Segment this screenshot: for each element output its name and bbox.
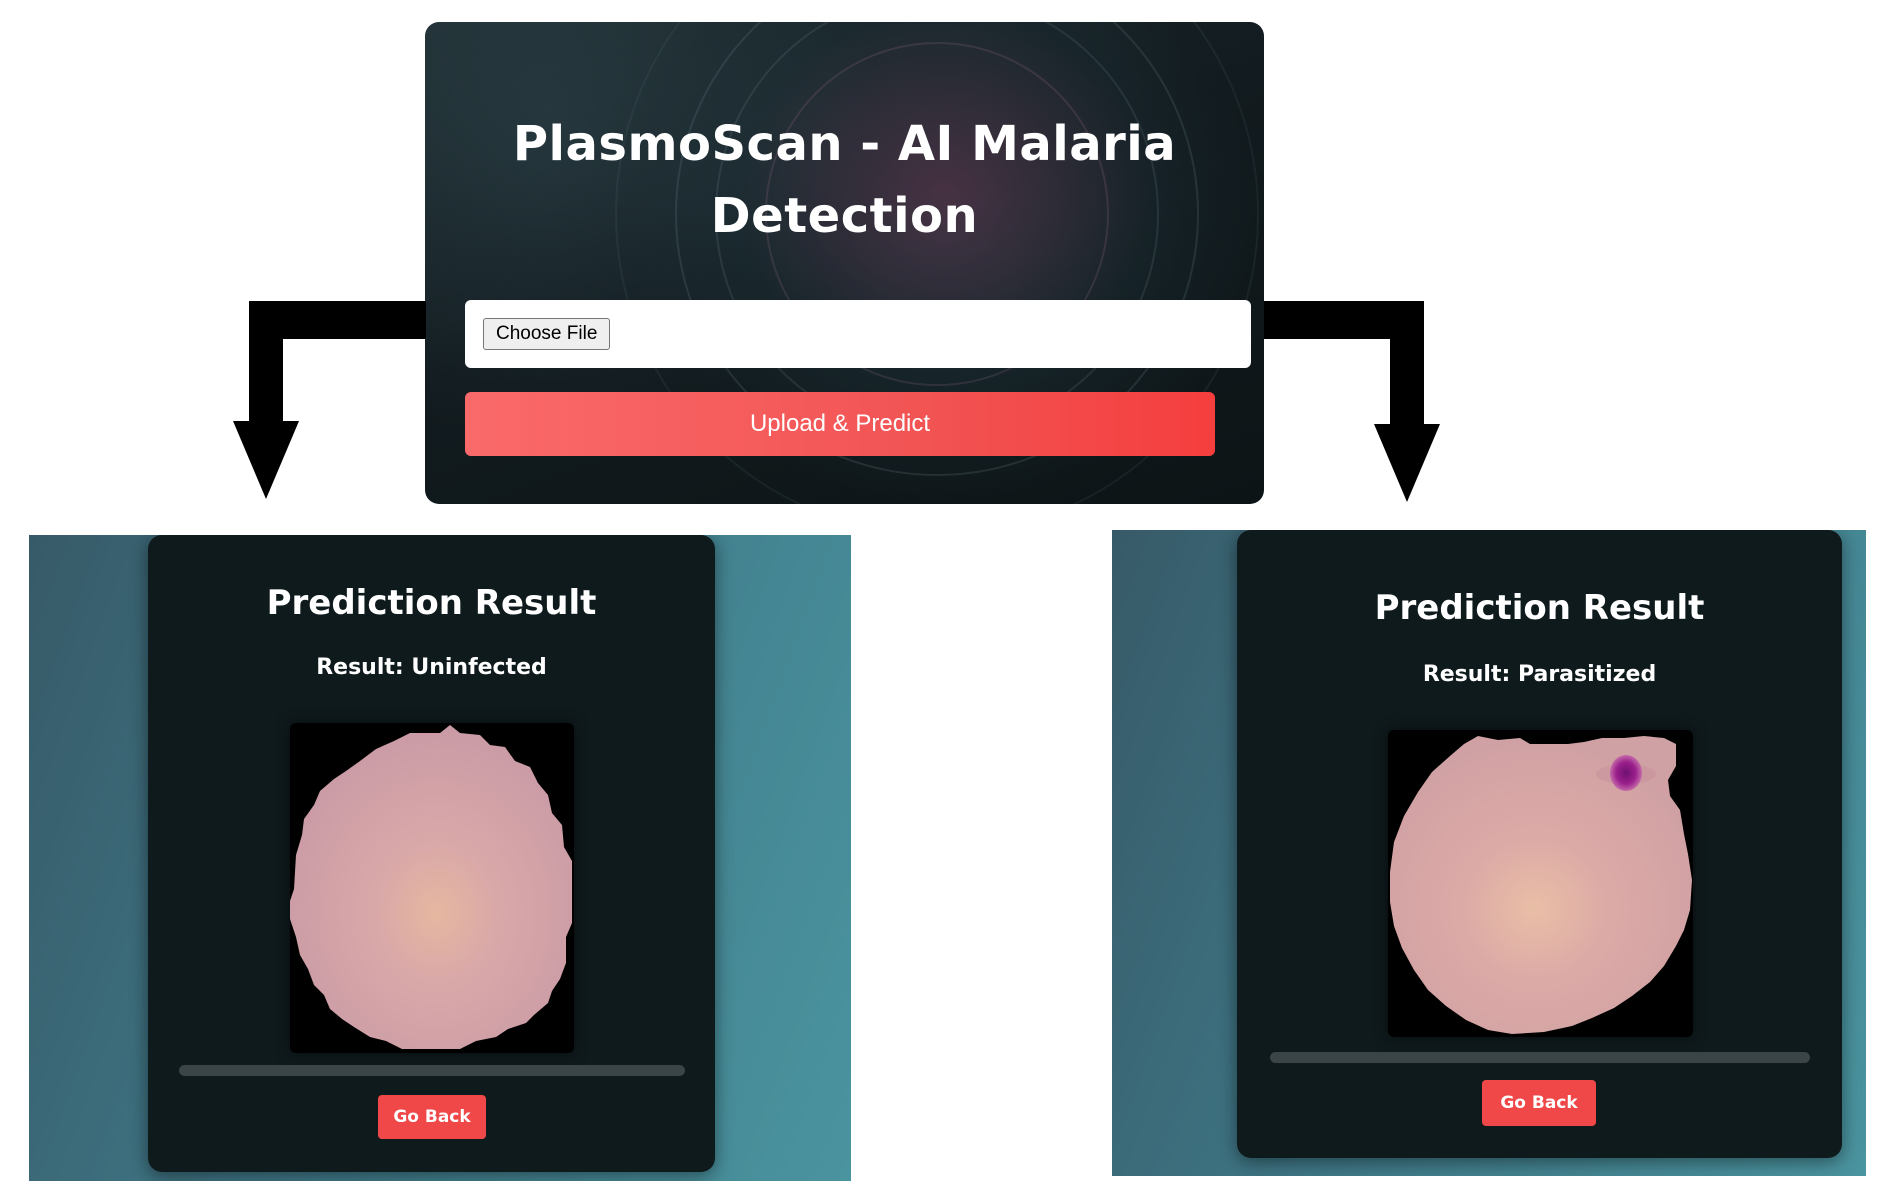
page-title-line2: Detection [710,188,979,244]
parasitized-cell-graphic [1390,736,1692,1034]
result-page-uninfected: Prediction Result Result: Uninfected Go … [29,535,851,1181]
arrow-head-down-icon [1374,424,1440,502]
progress-bar [179,1065,685,1076]
arrow-vertical-segment [1390,301,1424,426]
result-card: Prediction Result Result: Uninfected Go … [148,535,715,1172]
parasite-spot [1610,755,1642,791]
uploaded-cell-image [290,723,574,1053]
uploaded-cell-image [1388,730,1693,1037]
arrow-head-down-icon [233,421,299,499]
page-title-line1: PlasmoScan - AI Malaria [512,116,1177,172]
go-back-button[interactable]: Go Back [1482,1080,1596,1126]
choose-file-button[interactable]: Choose File [483,318,611,350]
uninfected-cell-graphic [290,725,572,1049]
upload-predict-button[interactable]: Upload & Predict [465,392,1215,456]
go-back-button[interactable]: Go Back [378,1095,486,1139]
result-label: Result: Uninfected [316,655,547,680]
result-title: Prediction Result [1374,588,1705,628]
arrow-vertical-segment [249,301,283,423]
result-label: Result: Parasitized [1422,662,1657,687]
progress-bar [1270,1052,1810,1063]
result-title: Prediction Result [266,583,597,623]
figure-canvas: PlasmoScan - AI Malaria Detection Choose… [0,0,1881,1190]
upload-page-panel: PlasmoScan - AI Malaria Detection Choose… [425,22,1264,504]
result-card: Prediction Result Result: Parasitized Go… [1237,530,1842,1158]
result-page-parasitized: Prediction Result Result: Parasitized Go… [1112,530,1866,1176]
file-input-field[interactable]: Choose File [465,300,1251,368]
page-title: PlasmoScan - AI Malaria Detection [425,108,1264,252]
